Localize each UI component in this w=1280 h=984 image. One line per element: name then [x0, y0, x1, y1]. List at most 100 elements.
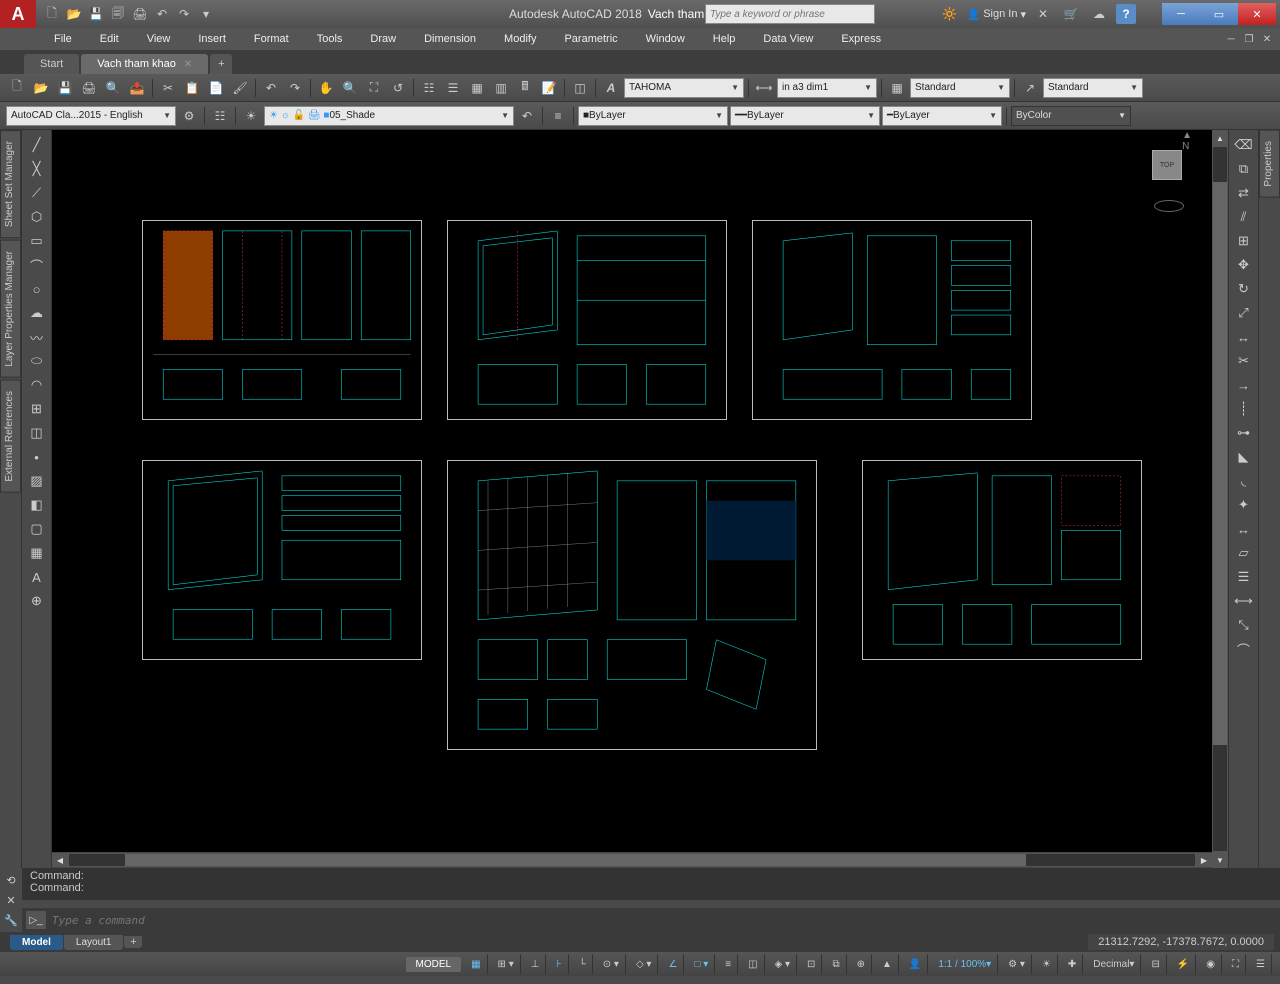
dim-icon[interactable]: ⟷: [753, 77, 775, 99]
minimize-button[interactable]: ─: [1162, 3, 1200, 25]
qat-plot-icon[interactable]: 🖨: [130, 4, 150, 24]
mirror-icon[interactable]: ⇄: [1232, 182, 1256, 204]
layer-manager-icon[interactable]: ☷: [209, 105, 231, 127]
zoomwin-icon[interactable]: ⛶: [363, 77, 385, 99]
revcloud-icon[interactable]: ☁: [25, 302, 49, 324]
doc-minimize-button[interactable]: ─: [1224, 32, 1238, 46]
search-box[interactable]: [705, 4, 875, 24]
status-selcyc-icon[interactable]: ⧉: [826, 954, 846, 974]
status-ortho-icon[interactable]: └: [573, 954, 593, 974]
ellipse-icon[interactable]: ⬭: [25, 350, 49, 372]
ellipsearc-icon[interactable]: ◠: [25, 374, 49, 396]
menu-dataview[interactable]: Data View: [749, 30, 827, 48]
chamfer-icon[interactable]: ◣: [1232, 446, 1256, 468]
menu-tools[interactable]: Tools: [303, 30, 357, 48]
dimarc-icon[interactable]: ⌒: [1232, 638, 1256, 660]
command-input[interactable]: [52, 914, 1276, 927]
menu-edit[interactable]: Edit: [86, 30, 133, 48]
status-lwt-icon[interactable]: ≡: [719, 954, 738, 974]
qat-redo-icon[interactable]: ↷: [174, 4, 194, 24]
layer-match-icon[interactable]: ≡: [547, 105, 569, 127]
panel-xref[interactable]: External References: [0, 380, 21, 493]
text-icon[interactable]: A: [600, 77, 622, 99]
copy-icon[interactable]: 📋: [181, 77, 203, 99]
break-icon[interactable]: ┊: [1232, 398, 1256, 420]
explode-icon[interactable]: ✦: [1232, 494, 1256, 516]
layout-add-button[interactable]: +: [124, 936, 142, 948]
plotstyle-dropdown[interactable]: ━ ByLayer▼: [882, 106, 1002, 126]
mlstyle-dropdown[interactable]: Standard▼: [1043, 78, 1143, 98]
layout-model[interactable]: Model: [10, 935, 63, 950]
search-input[interactable]: [710, 9, 870, 20]
menu-insert[interactable]: Insert: [184, 30, 240, 48]
panel-sheetset[interactable]: Sheet Set Manager: [0, 130, 21, 238]
offset-icon[interactable]: ⫽: [1232, 206, 1256, 228]
menu-format[interactable]: Format: [240, 30, 303, 48]
hatch-icon[interactable]: ▨: [25, 470, 49, 492]
panel-layerprops[interactable]: Layer Properties Manager: [0, 240, 21, 378]
paste-icon[interactable]: 📄: [205, 77, 227, 99]
status-annomon-icon[interactable]: ▲: [876, 954, 899, 974]
status-annauto-icon[interactable]: ✚: [1062, 954, 1083, 974]
layer-previous-icon[interactable]: ↶: [516, 105, 538, 127]
status-model-button[interactable]: MODEL: [406, 957, 462, 972]
menu-draw[interactable]: Draw: [356, 30, 410, 48]
infocenter-icon[interactable]: 🔆: [939, 3, 961, 25]
viewcube[interactable]: TOP: [1142, 140, 1192, 190]
designfeed-icon[interactable]: ☰: [442, 77, 464, 99]
qat-new-icon[interactable]: 🗋: [42, 4, 62, 24]
cmd-prompt-icon[interactable]: ▷_: [26, 911, 46, 929]
status-snap-icon[interactable]: ⊞ ▾: [492, 954, 521, 974]
pan-icon[interactable]: ✋: [315, 77, 337, 99]
status-annvis-icon[interactable]: ☀: [1036, 954, 1058, 974]
table-icon[interactable]: ▦: [25, 542, 49, 564]
status-iso-icon[interactable]: ◇ ▾: [630, 954, 659, 974]
spline-icon[interactable]: 〰: [25, 326, 49, 348]
vertical-scrollbar[interactable]: ▲ ▼: [1212, 130, 1228, 868]
dimset-icon[interactable]: ⟷: [1232, 590, 1256, 612]
status-hw-icon[interactable]: ⚡: [1171, 954, 1196, 974]
status-ducs-icon[interactable]: ⊡: [801, 954, 822, 974]
fillet-icon[interactable]: ◟: [1232, 470, 1256, 492]
arc-icon[interactable]: ⌒: [25, 254, 49, 276]
status-grid-icon[interactable]: ▦: [465, 954, 487, 974]
scroll-right-icon[interactable]: ▶: [1196, 853, 1212, 867]
status-annoscale-icon[interactable]: 1:1 / 100% ▾: [932, 954, 998, 974]
status-gizmo-icon[interactable]: ⊕: [851, 954, 872, 974]
help-icon[interactable]: ?: [1116, 4, 1136, 24]
block-icon[interactable]: ◫: [569, 77, 591, 99]
dist-icon[interactable]: ↔: [1232, 518, 1256, 540]
dimstyle-dropdown[interactable]: in a3 dim1▼: [777, 78, 877, 98]
redo-icon[interactable]: ↷: [284, 77, 306, 99]
properties-icon[interactable]: ☷: [418, 77, 440, 99]
tab-start[interactable]: Start: [24, 54, 79, 74]
zoomprev-icon[interactable]: ↺: [387, 77, 409, 99]
sheetset-icon[interactable]: ▦: [466, 77, 488, 99]
move-icon[interactable]: ✥: [1232, 254, 1256, 276]
tab-current[interactable]: Vach tham khao ✕: [81, 54, 208, 74]
menu-parametric[interactable]: Parametric: [550, 30, 631, 48]
calculator-icon[interactable]: 🖩: [514, 77, 536, 99]
panel-properties[interactable]: Properties: [1259, 130, 1280, 198]
status-tpy-icon[interactable]: ◫: [742, 954, 764, 974]
cloud-icon[interactable]: ☁: [1088, 3, 1110, 25]
line-icon[interactable]: ╱: [25, 134, 49, 156]
layer-state-icon[interactable]: ☀: [240, 105, 262, 127]
area-icon[interactable]: ▱: [1232, 542, 1256, 564]
exchange-icon[interactable]: ✕: [1032, 3, 1054, 25]
tab-close-icon[interactable]: ✕: [184, 59, 192, 70]
status-custom-icon[interactable]: ☰: [1250, 954, 1272, 974]
circle-icon[interactable]: ○: [25, 278, 49, 300]
rotate-icon[interactable]: ↻: [1232, 278, 1256, 300]
undo-icon[interactable]: ↶: [260, 77, 282, 99]
status-qv-icon[interactable]: ⊟: [1145, 954, 1166, 974]
menu-file[interactable]: File: [40, 30, 86, 48]
copy-obj-icon[interactable]: ⧉: [1232, 158, 1256, 180]
mleader-icon[interactable]: ↗: [1019, 77, 1041, 99]
nav-disc-icon[interactable]: [1154, 200, 1184, 212]
sign-in-button[interactable]: 👤 Sign In ▾: [967, 8, 1026, 21]
qat-save-icon[interactable]: 💾: [86, 4, 106, 24]
matchprop-icon[interactable]: 🖌: [229, 77, 251, 99]
menu-window[interactable]: Window: [632, 30, 699, 48]
status-isolate-icon[interactable]: ◉: [1200, 954, 1222, 974]
